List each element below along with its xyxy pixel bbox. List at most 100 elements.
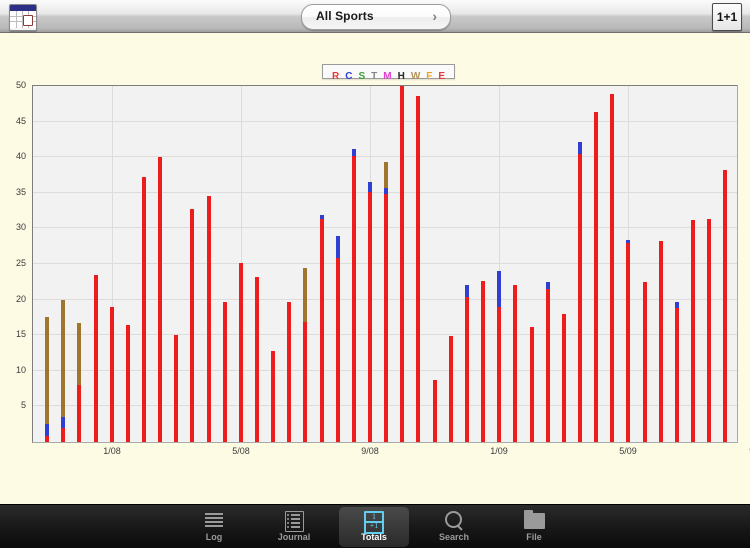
sport-filter-label: All Sports: [316, 9, 374, 23]
search-magnifier-icon: [419, 509, 489, 532]
chart-bar[interactable]: [174, 334, 178, 442]
chart-bar[interactable]: [110, 306, 114, 442]
totals-sum-icon: 1 +1: [339, 509, 409, 534]
chart-bar[interactable]: [45, 317, 49, 442]
chart-bar[interactable]: [481, 281, 485, 442]
tab-label: File: [526, 532, 542, 542]
chart-bar-segment-r: [513, 284, 517, 442]
chart-bar-segment-c: [320, 214, 324, 220]
legend-item-h[interactable]: H: [398, 70, 405, 83]
chart-bar-segment-r: [368, 192, 372, 442]
chart-bar[interactable]: [352, 149, 356, 442]
chart-bar[interactable]: [61, 299, 65, 442]
chart-bar[interactable]: [303, 268, 307, 442]
sport-filter-button[interactable]: All Sports ›: [301, 4, 451, 30]
chart-bar-segment-r: [126, 324, 130, 442]
chart-bar[interactable]: [384, 162, 388, 442]
chart-bar[interactable]: [626, 239, 630, 442]
gridline-horizontal: [33, 120, 737, 122]
chart-bar[interactable]: [271, 350, 275, 442]
chart-bar-segment-w: [45, 317, 49, 425]
legend-item-c[interactable]: C: [345, 70, 352, 83]
chart-bar[interactable]: [449, 335, 453, 442]
chart-bar[interactable]: [643, 281, 647, 442]
chart-bar[interactable]: [513, 284, 517, 442]
chart-bar[interactable]: [659, 240, 663, 442]
chart-bar[interactable]: [578, 141, 582, 442]
chart-bar-segment-r: [303, 322, 307, 442]
chart-bar-segment-r: [223, 302, 227, 442]
y-axis-tick-label: 35: [15, 186, 26, 197]
chart-bar-segment-c: [61, 417, 65, 428]
chart-bar[interactable]: [126, 324, 130, 442]
chart-bar[interactable]: [368, 182, 372, 442]
chart-bar-segment-c: [675, 302, 679, 309]
chart-bar[interactable]: [77, 323, 81, 442]
chart-bar-segment-r: [594, 112, 598, 442]
chart-bar-segment-c: [578, 141, 582, 155]
gridline-horizontal: [33, 156, 737, 158]
chart-bar-segment-r: [158, 157, 162, 442]
chart-bar[interactable]: [530, 327, 534, 442]
tab-file[interactable]: File: [499, 507, 569, 547]
tab-search[interactable]: Search: [419, 507, 489, 547]
tab-totals[interactable]: 1 +1 Totals: [339, 507, 409, 547]
chart-bar[interactable]: [562, 313, 566, 442]
chart-bar-segment-r: [320, 219, 324, 442]
chart-bar[interactable]: [546, 281, 550, 442]
chart-bar-segment-r: [207, 196, 211, 442]
chart-bar[interactable]: [320, 214, 324, 442]
y-axis-tick-label: 50: [15, 80, 26, 90]
list-lines-icon: [179, 509, 249, 532]
chart-bar-segment-r: [45, 436, 49, 442]
chart-bar[interactable]: [497, 271, 501, 442]
chart-bar[interactable]: [142, 177, 146, 442]
legend-item-w[interactable]: W: [411, 70, 420, 83]
calendar-icon[interactable]: [9, 4, 37, 31]
chart-bar[interactable]: [239, 262, 243, 442]
chart-bar[interactable]: [594, 112, 598, 442]
bottom-tab-bar: Log Journal 1 +1 Totals Search File: [0, 504, 750, 548]
chart-bar[interactable]: [94, 275, 98, 442]
chart-bar[interactable]: [610, 93, 614, 442]
tab-label: Search: [438, 532, 470, 542]
chart-bar[interactable]: [400, 86, 404, 442]
legend-item-m[interactable]: M: [383, 70, 391, 83]
chart-bar[interactable]: [691, 219, 695, 442]
y-axis-tick-label: 5: [20, 400, 26, 411]
chart-bar[interactable]: [190, 209, 194, 442]
chart-bar[interactable]: [723, 170, 727, 442]
chart-bar-segment-r: [643, 281, 647, 442]
legend-item-t[interactable]: T: [371, 70, 377, 83]
chart-bar[interactable]: [433, 380, 437, 442]
chart-bar-segment-r: [610, 93, 614, 442]
chart-bar-segment-r: [255, 276, 259, 442]
chart-bar[interactable]: [336, 236, 340, 442]
chart-bar-segment-r: [271, 350, 275, 442]
x-axis-tick-label: 1/08: [103, 446, 121, 456]
x-axis-tick-label: 5/09: [619, 446, 637, 456]
chart-bar[interactable]: [465, 284, 469, 442]
chart-plot-area[interactable]: [32, 85, 738, 443]
legend-item-e[interactable]: E: [438, 70, 445, 83]
legend-item-r[interactable]: R: [332, 70, 339, 83]
chart-bar-segment-r: [433, 380, 437, 442]
scale-toggle-button[interactable]: 1+1: [712, 3, 742, 31]
chart-bar-segment-r: [239, 262, 243, 442]
y-axis-tick-label: 40: [15, 151, 26, 162]
legend-item-s[interactable]: S: [358, 70, 365, 83]
chart-bar[interactable]: [158, 157, 162, 442]
chart-bar[interactable]: [675, 302, 679, 442]
x-axis-labels: 1/085/089/081/095/099/091/105/109/101/11: [0, 446, 750, 464]
chart-bar[interactable]: [707, 219, 711, 442]
chart-bar[interactable]: [223, 302, 227, 442]
chart-bar[interactable]: [287, 302, 291, 442]
chart-bar[interactable]: [255, 276, 259, 442]
chart-bar[interactable]: [416, 95, 420, 442]
chart-bar-segment-r: [384, 193, 388, 442]
tab-journal[interactable]: Journal: [259, 507, 329, 547]
legend-item-f[interactable]: F: [426, 70, 432, 83]
chart-bar[interactable]: [207, 196, 211, 442]
chart-bar-segment-r: [416, 95, 420, 442]
tab-log[interactable]: Log: [179, 507, 249, 547]
